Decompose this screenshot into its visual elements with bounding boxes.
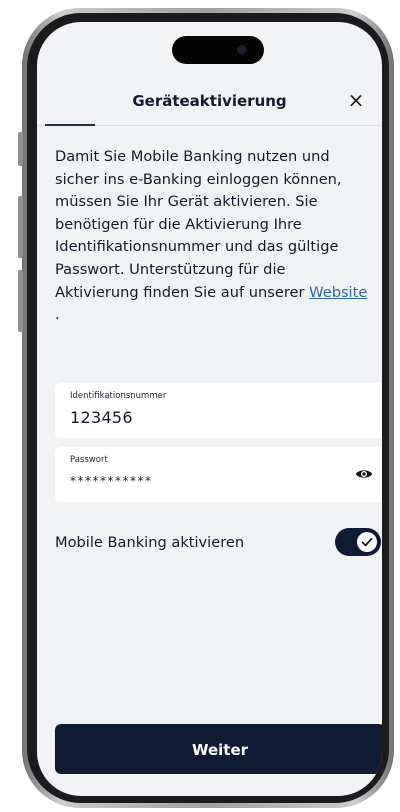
side-button-mute	[18, 132, 23, 166]
close-icon: ×	[347, 88, 365, 112]
id-number-input[interactable]: 123456	[70, 408, 133, 427]
check-icon	[361, 537, 373, 547]
intro-text: Damit Sie Mobile Banking nutzen und sich…	[55, 146, 373, 327]
header-accent-line	[45, 124, 95, 126]
website-link[interactable]: Website	[309, 284, 367, 301]
toggle-label: Mobile Banking aktivieren	[55, 534, 245, 551]
close-button[interactable]: ×	[344, 88, 368, 112]
side-button-volume-up	[18, 196, 23, 258]
dynamic-island	[172, 36, 264, 64]
camera-icon	[237, 45, 246, 54]
intro-body: Damit Sie Mobile Banking nutzen und sich…	[55, 148, 342, 301]
app-screen: Geräteaktivierung × Damit Sie Mobile Ban…	[37, 22, 382, 796]
id-number-field[interactable]: Identifikationsnummer 123456	[55, 383, 382, 438]
password-input[interactable]: ***********	[70, 474, 153, 488]
toggle-knob	[357, 532, 377, 552]
page-title: Geräteaktivierung	[132, 92, 287, 110]
intro-suffix: .	[55, 306, 60, 324]
continue-button[interactable]: Weiter	[55, 724, 382, 774]
password-field[interactable]: Passwort ***********	[55, 447, 382, 502]
password-label: Passwort	[70, 455, 108, 465]
eye-icon[interactable]	[355, 467, 373, 481]
id-number-label: Identifikationsnummer	[70, 391, 167, 401]
mobile-banking-toggle[interactable]	[335, 528, 381, 556]
side-button-volume-down	[18, 270, 23, 332]
